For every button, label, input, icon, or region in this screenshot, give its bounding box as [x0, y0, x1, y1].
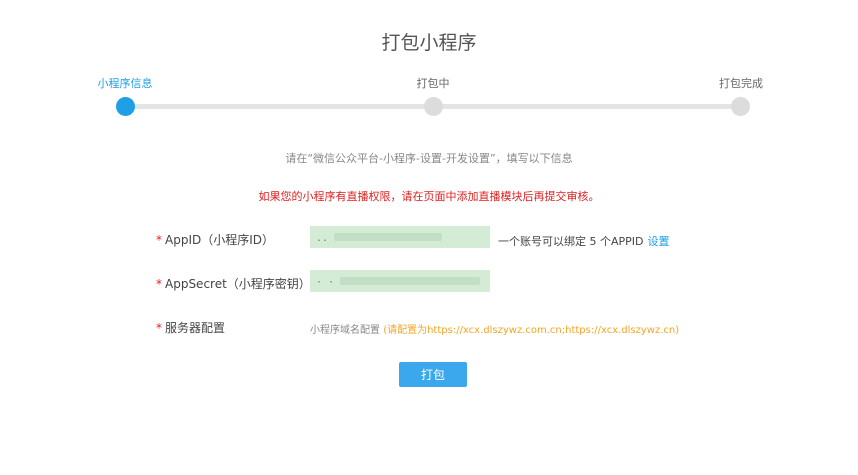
- appid-settings-link[interactable]: 设置: [648, 235, 670, 248]
- pack-button[interactable]: 打包: [399, 362, 467, 387]
- appsecret-label-text: AppSecret（小程序密钥）: [165, 277, 311, 291]
- step-dot-packing: [424, 97, 443, 116]
- server-note-highlight: (请配置为https://xcx.dlszywz.com.cn;https://…: [383, 325, 680, 336]
- server-config-label-text: 服务器配置: [165, 321, 226, 335]
- appid-note: 一个账号可以绑定 5 个APPID 设置: [498, 233, 670, 249]
- appid-value: ..: [316, 233, 329, 244]
- masked-value: [340, 277, 481, 285]
- appid-field[interactable]: ..: [310, 226, 490, 248]
- live-warning-text: 如果您的小程序有直播权限，请在页面中添加直播模块后再提交审核。: [258, 190, 600, 203]
- step-label-done: 打包完成: [719, 77, 763, 90]
- appid-note-text: 一个账号可以绑定 5 个APPID: [498, 235, 644, 248]
- progress-steps: 小程序信息 打包中 打包完成: [0, 0, 858, 130]
- appsecret-value: · ·: [316, 277, 335, 288]
- appsecret-field[interactable]: · ·: [310, 270, 490, 292]
- step-dot-info: [116, 97, 135, 116]
- appid-label: * AppID（小程序ID）: [156, 231, 274, 248]
- required-mark: *: [156, 321, 162, 335]
- step-label-packing: 打包中: [416, 77, 450, 90]
- server-note-prefix: 小程序域名配置: [310, 325, 380, 336]
- step-label-info: 小程序信息: [97, 77, 153, 90]
- appsecret-label: * AppSecret（小程序密钥）: [156, 275, 311, 292]
- required-mark: *: [156, 233, 162, 247]
- instruction-text: 请在“微信公众平台-小程序-设置-开发设置”，填写以下信息: [285, 152, 573, 165]
- masked-value: [334, 233, 443, 241]
- appid-label-text: AppID（小程序ID）: [165, 233, 275, 247]
- step-dot-done: [731, 97, 750, 116]
- server-domain-note: 小程序域名配置 (请配置为https://xcx.dlszywz.com.cn;…: [310, 321, 679, 336]
- required-mark: *: [156, 277, 162, 291]
- server-config-label: * 服务器配置: [156, 319, 225, 336]
